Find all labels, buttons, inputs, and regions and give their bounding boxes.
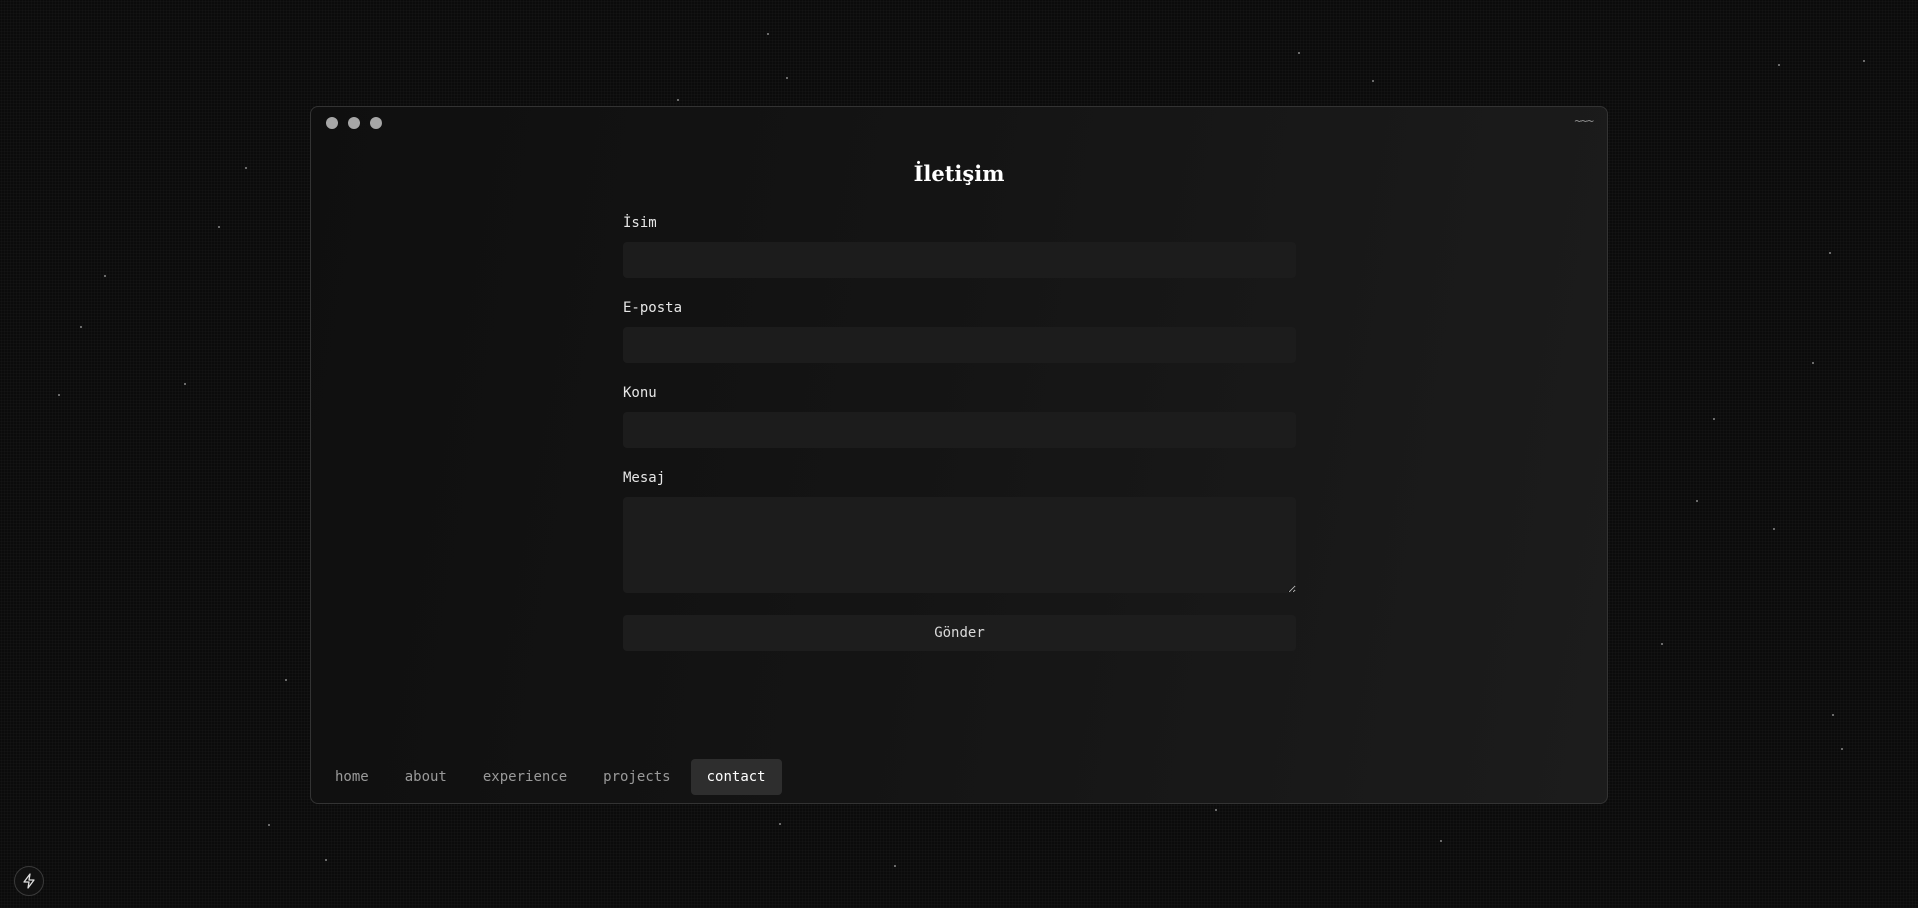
star — [58, 394, 60, 396]
message-group: Mesaj — [623, 470, 1296, 593]
star — [1778, 64, 1780, 66]
star — [1440, 840, 1442, 842]
subject-input[interactable] — [623, 412, 1296, 448]
star — [1696, 500, 1698, 502]
nav-item-home[interactable]: home — [319, 759, 385, 795]
window-titlebar: ~~~ — [311, 107, 1607, 141]
page-background: ~~~ İletişim İsim E-posta Konu Mesaj Gön… — [0, 0, 1918, 908]
dev-tools-button[interactable] — [14, 866, 44, 896]
star — [184, 383, 186, 385]
app-window: ~~~ İletişim İsim E-posta Konu Mesaj Gön… — [310, 106, 1608, 804]
email-input[interactable] — [623, 327, 1296, 363]
star — [218, 226, 220, 228]
star — [104, 275, 106, 277]
star — [268, 824, 270, 826]
star — [767, 33, 769, 35]
subject-group: Konu — [623, 385, 1296, 448]
message-textarea[interactable] — [623, 497, 1296, 593]
submit-button[interactable]: Gönder — [623, 615, 1296, 651]
star — [325, 859, 327, 861]
titlebar-decoration: ~~~ — [1574, 114, 1594, 128]
star — [1713, 418, 1715, 420]
star — [80, 326, 82, 328]
star — [1773, 528, 1775, 530]
star — [894, 865, 896, 867]
nav-item-contact[interactable]: contact — [690, 759, 782, 795]
nav-item-about[interactable]: about — [389, 759, 463, 795]
window-dot-maximize — [370, 117, 382, 129]
star — [677, 99, 679, 101]
star — [1812, 362, 1814, 364]
contact-form: İsim E-posta Konu Mesaj Gönder — [623, 215, 1296, 651]
window-dot-minimize — [348, 117, 360, 129]
star — [1863, 60, 1865, 62]
page-title: İletişim — [913, 161, 1005, 186]
nav-item-projects[interactable]: projects — [587, 759, 686, 795]
bottom-nav: home about experience projects contact — [319, 759, 786, 795]
email-label: E-posta — [623, 300, 683, 316]
subject-label: Konu — [623, 385, 657, 401]
star — [1372, 80, 1374, 82]
nav-item-experience[interactable]: experience — [467, 759, 583, 795]
email-group: E-posta — [623, 300, 1296, 363]
name-group: İsim — [623, 215, 1296, 278]
star — [1841, 748, 1843, 750]
name-input[interactable] — [623, 242, 1296, 278]
star — [1832, 714, 1834, 716]
name-label: İsim — [623, 215, 657, 231]
star — [786, 77, 788, 79]
star — [1298, 52, 1300, 54]
window-dot-close — [326, 117, 338, 129]
message-label: Mesaj — [623, 470, 666, 486]
star — [285, 679, 287, 681]
star — [1661, 643, 1663, 645]
star — [245, 167, 247, 169]
star — [1829, 252, 1831, 254]
star — [779, 823, 781, 825]
lightning-icon — [23, 873, 35, 889]
star — [1215, 809, 1217, 811]
